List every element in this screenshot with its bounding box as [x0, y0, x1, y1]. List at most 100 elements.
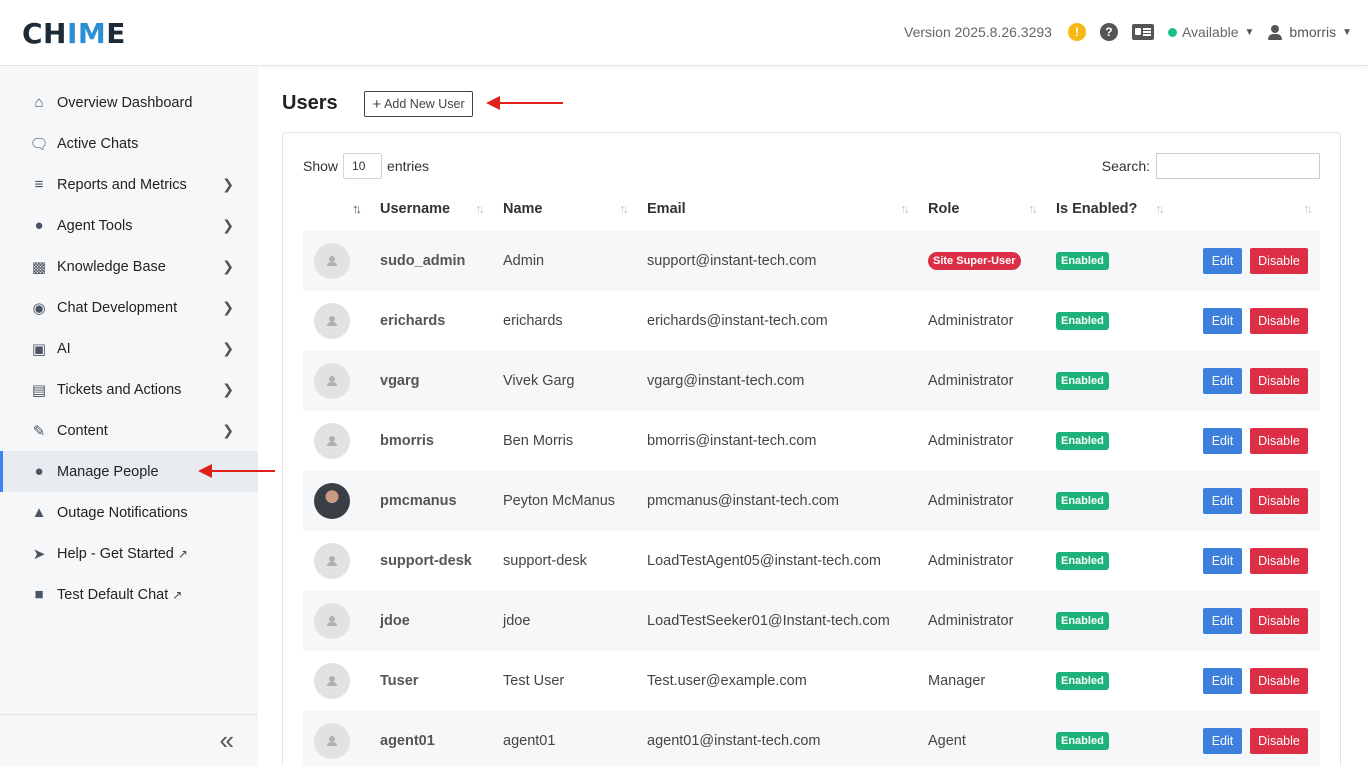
- username-cell: vgarg: [369, 351, 492, 411]
- chime-logo[interactable]: CHIME: [22, 19, 126, 49]
- name-column-header[interactable]: Name ↑↓: [492, 187, 636, 231]
- name-cell: Vivek Garg: [492, 351, 636, 411]
- id-card-icon[interactable]: [1131, 24, 1154, 40]
- entries-select[interactable]: 10: [343, 153, 383, 179]
- enabled-badge: Enabled: [1056, 312, 1109, 330]
- edit-button[interactable]: Edit: [1203, 608, 1242, 634]
- email-cell: bmorris@instant-tech.com: [647, 433, 817, 449]
- avatar-cell: [303, 231, 369, 291]
- disable-button[interactable]: Disable: [1250, 548, 1308, 574]
- disable-button[interactable]: Disable: [1250, 608, 1308, 634]
- sidebar-item-agent-tools[interactable]: ● Agent Tools ❯: [0, 205, 258, 246]
- edit-button[interactable]: Edit: [1203, 668, 1242, 694]
- user-icon: [1268, 24, 1283, 40]
- sidebar-item-active-chats[interactable]: 🗨 Active Chats: [0, 123, 258, 164]
- disable-button[interactable]: Disable: [1250, 368, 1308, 394]
- availability-dropdown[interactable]: Available ▼: [1167, 24, 1254, 40]
- collapse-sidebar-icon[interactable]: «: [220, 727, 234, 753]
- edit-button[interactable]: Edit: [1203, 428, 1242, 454]
- user-icon: ●: [34, 463, 44, 480]
- comments-icon: 🗨: [29, 135, 49, 153]
- name-cell: Ben Morris: [503, 433, 574, 449]
- sidebar-item-knowledge-base[interactable]: ▩ Knowledge Base ❯: [0, 246, 258, 287]
- name-cell: Test User: [503, 673, 565, 689]
- chevron-right-icon: ❯: [222, 217, 234, 233]
- role-column-header[interactable]: Role ↑↓: [917, 187, 1045, 231]
- disable-button[interactable]: Disable: [1250, 308, 1308, 334]
- table-row: Tuser Test User Test.user@example.com Manag…: [303, 651, 1320, 711]
- avatar: [314, 543, 350, 579]
- user-placeholder-icon: [327, 435, 337, 447]
- sidebar-item-content[interactable]: ✎ Content ❯: [0, 410, 258, 451]
- username-cell: bmorris: [380, 433, 434, 449]
- edit-button[interactable]: Edit: [1203, 728, 1242, 754]
- user-placeholder-icon: [327, 735, 337, 747]
- user-menu[interactable]: bmorris ▼: [1268, 24, 1352, 40]
- sidebar-item-tickets-and-actions[interactable]: ▤ Tickets and Actions ❯: [0, 369, 258, 410]
- enabled-cell: Enabled: [1045, 531, 1172, 591]
- avatar-column-header[interactable]: ↑↓: [303, 187, 369, 231]
- annotation-arrow-add-user: [486, 96, 563, 110]
- table-row: sudo_admin Admin support@instant-tech.com S…: [303, 231, 1320, 291]
- email-column-header[interactable]: Email ↑↓: [636, 187, 917, 231]
- avatar: [314, 303, 350, 339]
- avatar-cell: [303, 591, 369, 651]
- username-cell: sudo_admin: [369, 231, 492, 291]
- enabled-badge: Enabled: [1056, 432, 1109, 450]
- edit-button[interactable]: Edit: [1203, 488, 1242, 514]
- disable-button[interactable]: Disable: [1250, 668, 1308, 694]
- table-search: Search:: [1102, 153, 1320, 179]
- users-table: ↑↓ Username ↑↓ Name ↑↓ Email ↑↓ Role ↑↓ Is E…: [303, 187, 1320, 766]
- sort-icon: ↑↓: [1303, 201, 1313, 216]
- add-new-user-button[interactable]: + Add New User: [364, 91, 473, 117]
- sort-icon: ↑↓: [619, 201, 629, 216]
- chart-icon: ≡: [34, 176, 44, 193]
- plus-icon: +: [372, 95, 382, 113]
- chevron-right-icon: ❯: [222, 422, 234, 438]
- version-label: Version 2025.8.26.3293: [904, 24, 1052, 40]
- sidebar-item-help-get-started[interactable]: ➤ Help - Get Started ↗: [0, 533, 258, 574]
- sidebar-item-outage-notifications[interactable]: ▲ Outage Notifications: [0, 492, 258, 533]
- disable-button[interactable]: Disable: [1250, 728, 1308, 754]
- enabled-badge: Enabled: [1056, 372, 1109, 390]
- status-label: Available: [1181, 24, 1239, 40]
- external-link-icon: ↗: [172, 587, 183, 602]
- search-input[interactable]: [1156, 153, 1320, 179]
- disable-button[interactable]: Disable: [1250, 428, 1308, 454]
- role-cell: Administrator: [928, 313, 1014, 329]
- help-icon[interactable]: ?: [1099, 23, 1118, 41]
- sidebar-item-ai[interactable]: ▣ AI ❯: [0, 328, 258, 369]
- enabled-cell: Enabled: [1045, 231, 1172, 291]
- is-enabled-column-header[interactable]: Is Enabled? ↑↓: [1045, 187, 1172, 231]
- sidebar-item-chat-development[interactable]: ◉ Chat Development ❯: [0, 287, 258, 328]
- username-cell: erichards: [380, 313, 446, 329]
- alert-icon[interactable]: !: [1067, 23, 1086, 41]
- email-cell: erichards@instant-tech.com: [647, 313, 828, 329]
- sidebar-footer: «: [0, 714, 258, 766]
- enabled-cell: Enabled: [1045, 411, 1172, 471]
- comment-icon: ◉: [32, 299, 46, 317]
- disable-button[interactable]: Disable: [1250, 488, 1308, 514]
- role-cell: Administrator: [928, 433, 1014, 449]
- table-row: erichards erichards erichards@instant-tech…: [303, 291, 1320, 351]
- disable-button[interactable]: Disable: [1250, 248, 1308, 274]
- role-cell: Administrator: [917, 591, 1045, 651]
- sidebar-item-test-default-chat[interactable]: ■ Test Default Chat ↗: [0, 574, 258, 615]
- edit-button[interactable]: Edit: [1203, 248, 1242, 274]
- edit-button[interactable]: Edit: [1203, 308, 1242, 334]
- username-cell: pmcmanus: [369, 471, 492, 531]
- sort-icon: ↑↓: [900, 201, 910, 216]
- edit-button[interactable]: Edit: [1203, 548, 1242, 574]
- username-cell: agent01: [369, 711, 492, 766]
- sidebar-item-overview-dashboard[interactable]: ⌂ Overview Dashboard: [0, 82, 258, 123]
- name-cell: erichards: [503, 313, 563, 329]
- edit-button[interactable]: Edit: [1203, 368, 1242, 394]
- sidebar-item-reports-and-metrics[interactable]: ≡ Reports and Metrics ❯: [0, 164, 258, 205]
- sort-icon: ↑↓: [1028, 201, 1038, 216]
- email-cell: LoadTestAgent05@instant-tech.com: [647, 553, 881, 569]
- actions-column-header[interactable]: ↑↓: [1172, 187, 1320, 231]
- table-row: bmorris Ben Morris bmorris@instant-tech.co…: [303, 411, 1320, 471]
- username-column-header[interactable]: Username ↑↓: [369, 187, 492, 231]
- role-badge: Site Super-User: [928, 252, 1021, 270]
- name-cell: support-desk: [503, 553, 587, 569]
